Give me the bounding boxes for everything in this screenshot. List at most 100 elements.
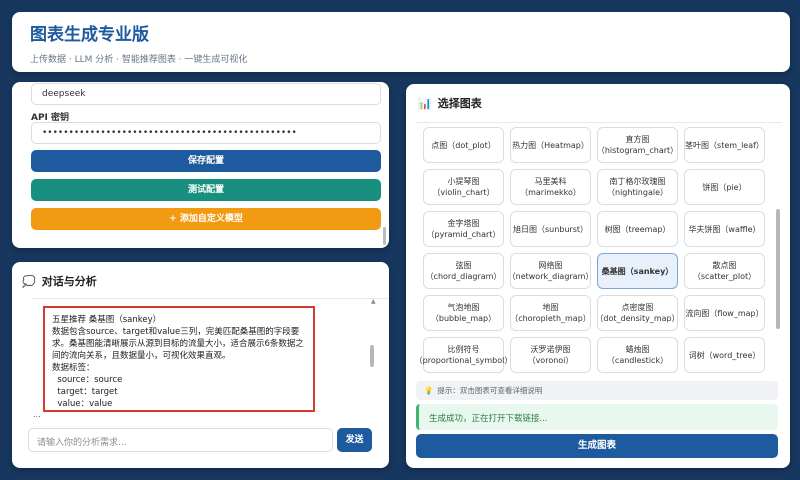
chart-option-name: 散点图	[712, 261, 737, 270]
lightbulb-icon: 💡	[424, 386, 434, 395]
chart-option-label: 旭日图（sunburst）	[512, 224, 589, 234]
chart-option[interactable]: 气泡地图 （bubble_map）	[423, 295, 504, 331]
chart-option-label: 热力图（Heatmap）	[512, 140, 589, 150]
chart-option[interactable]: 南丁格尔玫瑰图 （nightingale）	[597, 169, 678, 205]
config-scrollbar[interactable]	[383, 227, 386, 245]
scroll-up-icon[interactable]: ▲	[371, 298, 376, 305]
message-line: 五星推荐 桑基图（sankey）	[52, 315, 162, 325]
chart-option[interactable]: 比例符号 （proportional_symbol）	[416, 337, 512, 373]
chart-option[interactable]: 词树（word_tree）	[684, 337, 765, 373]
chat-input[interactable]: 请输入你的分析需求...	[28, 428, 333, 452]
assistant-message: 五星推荐 桑基图（sankey） 数据包含source、target和value…	[43, 306, 315, 412]
chart-option[interactable]: 饼图（pie）	[684, 169, 765, 205]
chart-option[interactable]: 金字塔图 （pyramid_chart）	[423, 211, 504, 247]
chart-option-label: 流向图（flow_map）	[685, 308, 764, 318]
api-key-input[interactable]: ••••••••••••••••••••••••••••••••••••••••…	[31, 122, 381, 144]
chart-option-id: （violin_chart）	[432, 188, 495, 197]
chart-option-id: （proportional_symbol）	[416, 356, 513, 365]
chart-option-id: （scatter_plot）	[692, 272, 757, 281]
chat-history: 五星推荐 桑基图（sankey） 数据包含source、target和value…	[32, 298, 389, 424]
chart-option[interactable]: 地图 （choropleth_map）	[510, 295, 591, 331]
chart-option-label: 点图（dot_plot）	[431, 140, 496, 150]
app-title: 图表生成专业版	[30, 25, 149, 45]
model-select[interactable]: deepseek	[31, 83, 381, 105]
hint-text: 提示：双击图表可查看详细说明	[437, 386, 543, 395]
chart-option-id: （network_diagram）	[507, 272, 594, 281]
chart-selector-panel: 📊 选择图表 点图（dot_plot） 热力图（Heatmap） 直方图 （histog…	[406, 84, 790, 468]
chart-option[interactable]: 蜡烛图 （candlestick）	[597, 337, 678, 373]
chart-option[interactable]: 散点图 （scatter_plot）	[684, 253, 765, 289]
chart-option-name: 弦图	[455, 261, 472, 270]
chart-option[interactable]: 点图（dot_plot）	[423, 127, 504, 163]
chart-option-name: 点密度图	[621, 303, 654, 312]
save-config-button[interactable]: 保存配置	[31, 150, 381, 172]
chart-option-name: 小提琴图	[447, 177, 480, 186]
chart-option-label: 树图（treemap）	[604, 224, 671, 234]
speech-bubble-icon: 💭	[22, 275, 36, 288]
chart-option[interactable]: 直方图 （histogram_chart）	[597, 127, 678, 163]
chart-option-id: （histogram_chart）	[596, 146, 679, 155]
chart-option-name: 金字塔图	[447, 219, 480, 228]
chart-option-id: （pyramid_chart）	[426, 230, 501, 239]
chart-option[interactable]: 热力图（Heatmap）	[510, 127, 591, 163]
message-line: value：value	[52, 399, 113, 409]
chart-option[interactable]: 茎叶图（stem_leaf）	[684, 127, 765, 163]
chart-option-name: 直方图	[625, 135, 650, 144]
status-message: 生成成功，正在打开下载链接...	[416, 404, 778, 430]
chart-option-name: 沃罗诺伊图	[530, 345, 571, 354]
chart-option[interactable]: 沃罗诺伊图 （voronoi）	[510, 337, 591, 373]
hint-bar: 💡 提示：双击图表可查看详细说明	[416, 381, 778, 400]
test-config-button[interactable]: 测试配置	[31, 179, 381, 201]
chart-option-name: 网络图	[538, 261, 563, 270]
chart-options-grid: 点图（dot_plot） 热力图（Heatmap） 直方图 （histogram_ch…	[416, 127, 773, 373]
chart-option-name: 地图	[542, 303, 559, 312]
chat-title: 💭 对话与分析	[22, 273, 97, 289]
app-subtitle: 上传数据 · LLM 分析 · 智能推荐图表 · 一键生成可视化	[30, 55, 248, 65]
chart-option-id: （marimekko）	[520, 188, 581, 197]
chart-option[interactable]: 弦图 （chord_diagram）	[423, 253, 504, 289]
chart-option-label: 桑基图（sankey）	[601, 266, 674, 276]
chart-option-name: 马里美科	[534, 177, 567, 186]
chart-option-id: （choropleth_map）	[510, 314, 591, 323]
chart-option-label: 华夫饼图（waffle）	[688, 224, 761, 234]
add-custom-model-button[interactable]: + 添加自定义模型	[31, 208, 381, 230]
chart-option-id: （candlestick）	[606, 356, 669, 365]
chart-option-name: 蜡烛图	[625, 345, 650, 354]
chart-option-name: 比例符号	[447, 345, 480, 354]
selector-title: 📊 选择图表	[418, 95, 482, 111]
message-line: source：source	[52, 375, 123, 385]
message-line: target：target	[52, 387, 118, 397]
app-header: 图表生成专业版 上传数据 · LLM 分析 · 智能推荐图表 · 一键生成可视化	[12, 12, 790, 72]
chart-option-name: 气泡地图	[447, 303, 480, 312]
chart-option-label: 饼图（pie）	[702, 182, 747, 192]
message-paragraph: 数据包含source、target和value三列，完美匹配桑基图的字段要求。桑…	[52, 327, 304, 361]
chat-title-text: 对话与分析	[41, 275, 97, 288]
chart-option[interactable]: 流向图（flow_map）	[684, 295, 765, 331]
chart-options-area: 点图（dot_plot） 热力图（Heatmap） 直方图 （histogram_ch…	[416, 122, 782, 375]
chart-option[interactable]: 网络图 （network_diagram）	[507, 253, 594, 289]
chart-options-scrollbar[interactable]	[776, 209, 780, 329]
chart-option-id: （dot_density_map）	[595, 314, 680, 323]
chart-option-id: （voronoi）	[527, 356, 574, 365]
chart-option[interactable]: 桑基图（sankey）	[597, 253, 678, 289]
bar-chart-icon: 📊	[418, 97, 432, 110]
chart-option[interactable]: 小提琴图 （violin_chart）	[423, 169, 504, 205]
chart-option-id: （chord_diagram）	[425, 272, 502, 281]
chart-option-name: 南丁格尔玫瑰图	[609, 177, 666, 186]
chart-option[interactable]: 华夫饼图（waffle）	[684, 211, 765, 247]
generate-chart-button[interactable]: 生成图表	[416, 434, 778, 458]
selector-title-text: 选择图表	[437, 97, 482, 110]
chart-option[interactable]: 点密度图 （dot_density_map）	[595, 295, 680, 331]
chart-option[interactable]: 树图（treemap）	[597, 211, 678, 247]
chart-option-label: 词树（word_tree）	[688, 350, 761, 360]
chat-more-indicator: ...	[33, 410, 41, 419]
chart-option[interactable]: 马里美科 （marimekko）	[510, 169, 591, 205]
chart-option-label: 茎叶图（stem_leaf）	[685, 140, 764, 150]
message-line: 数据标签：	[52, 363, 95, 373]
chart-option-id: （nightingale）	[607, 188, 668, 197]
send-button[interactable]: 发送	[337, 428, 372, 452]
chart-option[interactable]: 旭日图（sunburst）	[510, 211, 591, 247]
chat-scrollbar[interactable]	[370, 345, 374, 367]
config-panel: deepseek API 密钥 ••••••••••••••••••••••••…	[12, 82, 389, 248]
chart-option-id: （bubble_map）	[430, 314, 497, 323]
